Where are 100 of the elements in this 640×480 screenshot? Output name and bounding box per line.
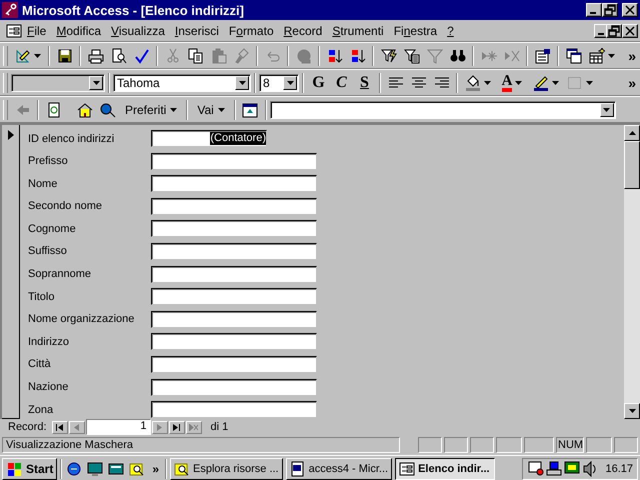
field-label: Nome organizzazione	[28, 313, 136, 326]
input-field[interactable]	[151, 310, 317, 328]
menu-item[interactable]: Modifica	[51, 24, 106, 38]
num-lock-indicator: NUM	[556, 437, 584, 453]
binoculars-icon	[450, 48, 466, 64]
menu-item[interactable]: Strumenti	[327, 24, 389, 38]
paint-bucket-icon	[465, 74, 481, 90]
new-record-button[interactable]	[186, 420, 202, 434]
input-field[interactable]	[151, 266, 317, 283]
dropdown-arrow-button[interactable]	[600, 102, 614, 116]
set-square-pencil-icon	[15, 48, 31, 64]
input-field[interactable]	[151, 220, 317, 238]
field-label: Soprannome	[28, 268, 92, 280]
key-icon	[2, 2, 18, 18]
record-number-field[interactable]: 1	[86, 419, 151, 435]
menu-item[interactable]: File	[22, 24, 52, 38]
caret-icon	[484, 80, 491, 84]
scroll-up-button[interactable]	[624, 125, 640, 141]
menu-item[interactable]: Inserisci	[170, 24, 224, 38]
menu-item[interactable]: Formato	[224, 24, 279, 38]
start-button[interactable]: Start	[2, 458, 58, 480]
desktop-icon[interactable]	[87, 461, 104, 477]
dropdown-arrow-button[interactable]	[235, 76, 249, 90]
current-record-icon	[6, 129, 14, 141]
right-triangle-icon	[155, 424, 164, 430]
input-field[interactable]	[151, 242, 317, 260]
restore-icon	[607, 24, 621, 38]
windows-flag-icon	[6, 461, 24, 477]
document-icon	[290, 461, 306, 477]
browser-icon[interactable]	[66, 461, 82, 477]
volume-icon[interactable]	[582, 461, 598, 477]
menu-item[interactable]: Visualizza	[106, 24, 170, 38]
input-field[interactable]	[151, 333, 317, 350]
status-pane	[586, 437, 612, 453]
close-icon	[623, 24, 637, 38]
properties-icon	[534, 48, 550, 64]
down-arrow-icon	[628, 409, 636, 413]
menu-item[interactable]: Finestra	[388, 24, 442, 38]
style-dropdown[interactable]	[11, 74, 105, 92]
form-icon[interactable]	[6, 22, 22, 38]
minimize-icon	[598, 32, 604, 34]
dropdown-arrow-button[interactable]	[89, 76, 103, 90]
print-preview-icon	[110, 48, 126, 64]
field-label: Titolo	[28, 290, 56, 303]
input-field[interactable]	[151, 152, 317, 170]
menu-item[interactable]: Record	[278, 24, 328, 38]
overflow-chevron[interactable]: »	[624, 48, 640, 64]
restore-button[interactable]	[606, 24, 622, 38]
caret-icon	[92, 80, 100, 84]
dropdown-arrow-button[interactable]	[283, 76, 297, 90]
font-size-dropdown[interactable]: 8	[259, 74, 299, 92]
scroll-thumb[interactable]	[624, 141, 640, 189]
field-label: Nazione	[28, 381, 70, 394]
window-title: Microsoft Access - [Elenco indirizzi]	[22, 2, 244, 18]
menu-item[interactable]: ?	[442, 24, 459, 38]
first-record-button[interactable]	[52, 420, 68, 434]
scheduler-icon[interactable]	[528, 461, 544, 477]
sort-descending-icon	[350, 48, 366, 64]
next-record-button[interactable]	[152, 420, 168, 434]
network-icon[interactable]	[546, 461, 562, 477]
record-count: di 1	[210, 421, 228, 433]
funnel-icon	[426, 48, 442, 64]
caret-icon	[552, 80, 559, 84]
restore-button[interactable]	[602, 3, 618, 17]
align-left-icon	[388, 74, 404, 90]
clock: 16.17	[605, 463, 633, 475]
previous-record-button[interactable]	[68, 420, 85, 434]
input-field[interactable]	[151, 175, 317, 192]
magnifier-folder-icon	[174, 461, 190, 477]
vertical-scrollbar[interactable]	[624, 125, 640, 419]
input-field[interactable]: (Contatore)	[151, 130, 267, 147]
taskbar-button[interactable]: Elenco indir...	[395, 458, 496, 480]
overflow-chevron[interactable]: »	[624, 74, 640, 90]
brush-icon	[234, 48, 250, 64]
input-field[interactable]	[151, 198, 317, 215]
record-selector[interactable]	[2, 125, 20, 419]
quick-launch-chevron[interactable]: »	[149, 462, 162, 476]
scroll-down-button[interactable]	[624, 403, 640, 419]
input-field[interactable]	[151, 378, 317, 396]
input-field[interactable]	[151, 401, 317, 418]
taskbar-button[interactable]: Esplora risorse ...	[170, 458, 283, 480]
new-table-icon	[589, 48, 605, 64]
close-button[interactable]	[622, 3, 638, 17]
address-field[interactable]	[270, 100, 616, 118]
input-field[interactable]	[151, 356, 317, 373]
magnifier-folder-icon[interactable]	[129, 461, 146, 477]
close-button[interactable]	[622, 24, 638, 38]
font-dropdown[interactable]: Tahoma	[113, 74, 251, 92]
field-label: Cognome	[28, 222, 77, 235]
minimize-button[interactable]	[586, 3, 602, 17]
align-right-icon	[434, 74, 450, 90]
taskbar-button[interactable]: access4 - Micr...	[286, 458, 392, 480]
caret-icon	[286, 80, 294, 84]
caret-icon	[34, 54, 41, 58]
pen-icon	[533, 74, 549, 90]
input-field[interactable]	[151, 288, 317, 306]
last-record-button[interactable]	[168, 420, 185, 434]
field-label: ID elenco indirizzi	[28, 132, 116, 144]
clipboard-icon	[210, 48, 226, 64]
caret-icon	[218, 108, 225, 112]
